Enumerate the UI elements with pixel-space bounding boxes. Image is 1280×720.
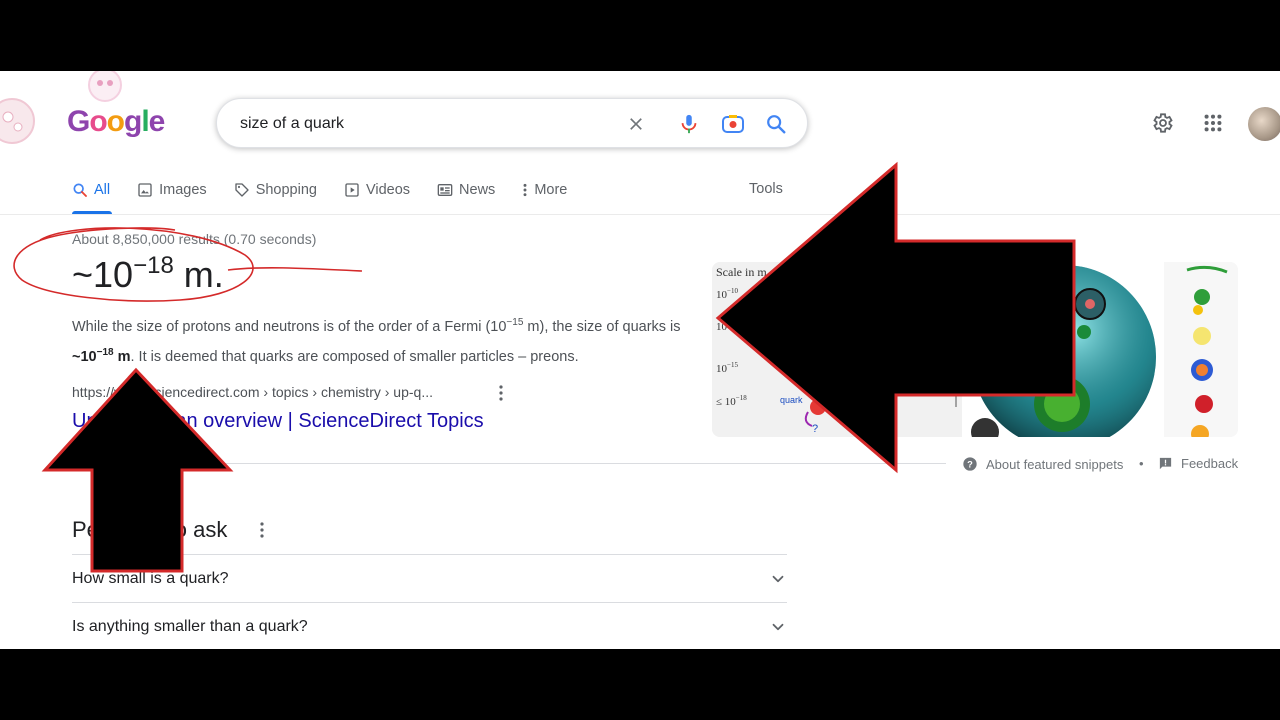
- camera-lens-icon[interactable]: [720, 111, 746, 137]
- logo-letter: l: [141, 105, 149, 138]
- about-snippets-label: About featured snippets: [986, 456, 1124, 472]
- tab-label: Images: [159, 182, 207, 198]
- feedback-icon: [1159, 457, 1172, 470]
- answer-prefix: ~10: [72, 254, 134, 295]
- paa-question-text: How small is a quark?: [72, 569, 229, 587]
- clear-icon[interactable]: [623, 111, 649, 137]
- chevron-down-icon: [772, 623, 784, 630]
- chevron-down-icon: [772, 575, 784, 582]
- answer-exponent: −18: [133, 252, 174, 279]
- about-featured-snippets-link[interactable]: ? About featured snippets: [962, 456, 1123, 472]
- quark-label: quark: [780, 395, 803, 405]
- feedback-label: Feedback: [1181, 456, 1239, 471]
- apps-grid-icon[interactable]: [1199, 109, 1227, 137]
- section-divider: [72, 463, 946, 464]
- snippet-bold: ~10−18 m: [72, 346, 131, 365]
- scale-label: Scale in m: [716, 265, 767, 279]
- paa-question-text: Is anything smaller than a quark?: [72, 617, 308, 635]
- help-icon: ?: [963, 457, 977, 471]
- search-results-page: Google All Ima: [0, 71, 1280, 649]
- tools-button[interactable]: Tools: [749, 181, 783, 197]
- gear-icon[interactable]: [1148, 109, 1176, 137]
- snippet-part: While the size of protons and neutrons i…: [72, 318, 507, 335]
- microphone-icon[interactable]: [676, 111, 702, 137]
- answer-suffix: m.: [173, 254, 224, 295]
- result-cite: https://www.sciencedirect.com › topics ›…: [72, 384, 433, 400]
- tabs-divider: [0, 214, 1280, 215]
- snippet-image[interactable]: Scale in m 10−10 10−14 10−15 ≤ 10−18 qua…: [712, 262, 1238, 437]
- logo-letter: o: [89, 105, 107, 138]
- tab-news[interactable]: News: [437, 179, 495, 201]
- snippet-bold-suffix: m: [113, 348, 131, 365]
- tab-label: Shopping: [255, 182, 317, 198]
- result-menu-icon[interactable]: [494, 383, 508, 403]
- result-title-link[interactable]: Up Quark - an overview | ScienceDirect T…: [72, 410, 484, 433]
- tab-label: All: [94, 182, 111, 198]
- scale-diagram: Scale in m 10−10 10−14 10−15 ≤ 10−18 qua…: [712, 262, 1238, 437]
- logo-letter: g: [124, 105, 142, 138]
- tab-label: More: [534, 182, 568, 198]
- letterbox-bottom: [0, 649, 1280, 720]
- more-vert-icon: [523, 183, 527, 197]
- paa-menu-icon[interactable]: [255, 520, 269, 540]
- snippet-exponent: −15: [506, 317, 524, 328]
- paa-question[interactable]: How small is a quark?: [72, 554, 787, 602]
- tab-label: News: [459, 182, 496, 198]
- tag-icon: [235, 183, 249, 197]
- footer-separator: •: [1139, 456, 1144, 471]
- search-input[interactable]: [240, 113, 620, 135]
- people-also-ask-title: People also ask: [72, 517, 228, 542]
- snippet-bold-prefix: ~10: [72, 348, 97, 365]
- search-tabs: All Images Shopping Videos News More: [72, 179, 594, 215]
- results-stats: About 8,850,000 results (0.70 seconds): [72, 231, 317, 247]
- play-icon: [345, 183, 359, 197]
- tab-videos[interactable]: Videos: [344, 179, 410, 201]
- letterbox-top: [0, 0, 1280, 71]
- google-logo[interactable]: Google: [67, 105, 166, 139]
- search-box: [216, 98, 808, 148]
- logo-letter: G: [67, 105, 90, 138]
- feedback-link[interactable]: Feedback: [1158, 456, 1238, 471]
- logo-letter: e: [148, 105, 166, 138]
- tab-all[interactable]: All: [72, 179, 110, 201]
- tab-shopping[interactable]: Shopping: [234, 179, 317, 201]
- news-icon: [437, 184, 453, 196]
- logo-letter: o: [106, 105, 125, 138]
- svg-text:?: ?: [967, 459, 973, 469]
- search-icon: [73, 183, 87, 197]
- tab-images[interactable]: Images: [137, 179, 207, 201]
- account-avatar[interactable]: [1248, 107, 1280, 141]
- snippet-part: m), the size of quarks is: [523, 318, 681, 335]
- tab-label: Videos: [365, 182, 411, 198]
- tab-more[interactable]: More: [522, 179, 567, 201]
- snippet-bold-exponent: −18: [96, 346, 114, 358]
- paa-question[interactable]: Is anything smaller than a quark?: [72, 602, 787, 649]
- featured-answer: ~10−18 m.: [72, 252, 224, 296]
- search-icon[interactable]: [763, 111, 789, 137]
- snippet-part: . It is deemed that quarks are composed …: [130, 348, 579, 365]
- snippet-text: While the size of protons and neutrons i…: [72, 310, 712, 370]
- image-icon: [138, 183, 152, 197]
- question-mark: ?: [812, 423, 818, 435]
